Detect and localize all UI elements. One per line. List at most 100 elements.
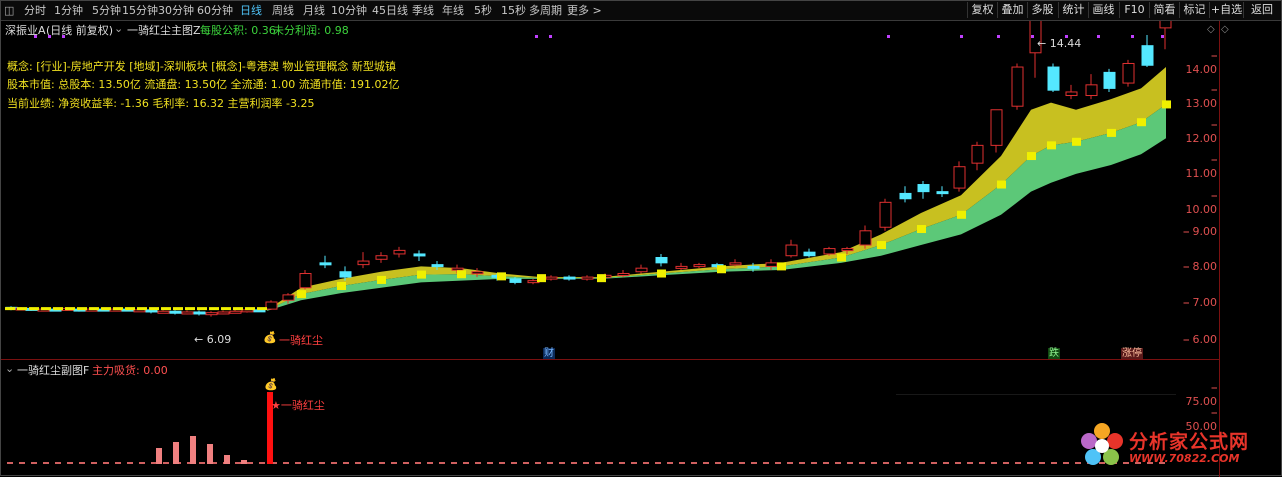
signal-dot-5	[887, 35, 890, 38]
diamond-icon[interactable]: ◇	[1207, 24, 1215, 35]
period-tab-10[interactable]: 45日线	[372, 3, 408, 18]
candle-body-37	[545, 276, 558, 280]
period-tab-7[interactable]: 周线	[272, 3, 294, 18]
ma-left-232	[233, 307, 243, 311]
period-tab-1[interactable]: 1分钟	[54, 3, 83, 18]
ma-mark-9	[657, 269, 666, 278]
period-tab-5[interactable]: 60分钟	[197, 3, 233, 18]
sub-baseline-1026	[1027, 462, 1033, 464]
candle-body-53	[841, 248, 854, 252]
candle-body-15	[181, 311, 194, 315]
period-tab-4[interactable]: 30分钟	[158, 3, 194, 18]
price-tick-5: ⎯ 9.00	[1183, 225, 1218, 238]
ma-left-88	[89, 307, 99, 311]
candle-body-29	[393, 249, 406, 255]
sub-baseline-798	[799, 462, 805, 464]
sub-baseline-906	[907, 462, 913, 464]
period-tab-8[interactable]: 月线	[303, 3, 325, 18]
ma-left-208	[209, 307, 219, 311]
toolbar-button-3[interactable]: 统计	[1058, 2, 1088, 18]
candle-body-27	[357, 260, 370, 266]
sub-baseline-54	[55, 462, 61, 464]
candle-body-70	[1159, 21, 1172, 29]
collapse-icon[interactable]: ◫	[4, 3, 14, 18]
sub-bar-1	[173, 442, 179, 464]
toolbar-button-1[interactable]: 叠加	[997, 2, 1027, 18]
period-tab-6[interactable]: 日线	[240, 3, 262, 18]
ma-left-220	[221, 307, 231, 311]
ma-left-196	[197, 307, 207, 311]
sub-indicator-chart[interactable]	[1, 367, 1219, 477]
toolbar-button-0[interactable]: 复权	[967, 2, 997, 18]
candle-body-38	[563, 276, 576, 280]
sub-baseline-90	[91, 462, 97, 464]
period-tab-13[interactable]: 5秒	[474, 3, 492, 18]
sub-baseline-558	[559, 462, 565, 464]
sub-baseline-1038	[1039, 462, 1045, 464]
period-tab-11[interactable]: 季线	[412, 3, 434, 18]
period-tab-14[interactable]: 15秒	[501, 3, 526, 18]
price-tick-1: ⎯ 13.00	[1185, 83, 1218, 110]
toolbar-button-9[interactable]: 返回	[1243, 2, 1280, 18]
toolbar-button-4[interactable]: 画线	[1088, 2, 1118, 18]
period-tab-9[interactable]: 10分钟	[331, 3, 367, 18]
sub-baseline-894	[895, 462, 901, 464]
candle-body-21	[253, 309, 266, 313]
candle-body-66	[1085, 84, 1098, 97]
ma-mark-4	[417, 270, 426, 279]
sub-signal-label: ★一骑红尘	[271, 399, 325, 412]
toolbar-button-8[interactable]: +自选	[1209, 2, 1243, 18]
ma-left-136	[137, 307, 147, 311]
sub-baseline-750	[751, 462, 757, 464]
period-tab-15[interactable]: 多周期	[529, 3, 562, 18]
sub-baseline-162	[163, 462, 169, 464]
sub-baseline-234	[235, 462, 241, 464]
candle-body-19	[229, 310, 242, 314]
ma-left-148	[149, 307, 159, 311]
ma-mark-19	[1072, 137, 1081, 146]
axis-divider	[1219, 21, 1220, 477]
candlestick-chart[interactable]	[1, 21, 1219, 359]
ma-mark-6	[497, 272, 506, 281]
ma-mark-14	[917, 225, 926, 234]
ma-left-184	[185, 307, 195, 311]
candle-body-18	[217, 311, 230, 315]
sub-baseline-102	[103, 462, 109, 464]
sub-baseline-630	[631, 462, 637, 464]
candle-body-64	[1047, 66, 1060, 91]
toolbar-button-6[interactable]: 简看	[1149, 2, 1179, 18]
toolbar-button-2[interactable]: 多股	[1027, 2, 1057, 18]
candle-body-20	[241, 309, 254, 313]
sub-baseline-738	[739, 462, 745, 464]
sub-baseline-810	[811, 462, 817, 464]
toolbar-button-5[interactable]: F10	[1119, 2, 1149, 18]
sub-baseline-414	[415, 462, 421, 464]
period-tab-3[interactable]: 15分钟	[122, 3, 158, 18]
sub-baseline-858	[859, 462, 865, 464]
candle-body-28	[375, 255, 388, 260]
period-tab-0[interactable]: 分时	[24, 3, 46, 18]
candle-body-41	[617, 273, 630, 277]
diamond-icon-2[interactable]: ◇	[1221, 24, 1229, 35]
sub-baseline-426	[427, 462, 433, 464]
ma-mark-16	[997, 180, 1006, 189]
candle-body-11	[133, 309, 146, 313]
flower-icon	[1081, 423, 1123, 465]
sub-baseline-78	[79, 462, 85, 464]
period-tab-16[interactable]: 更多 >	[567, 3, 602, 18]
sub-axis-75: ⎯ 75.00	[1185, 381, 1218, 408]
period-tab-12[interactable]: 年线	[442, 3, 464, 18]
sub-baseline-942	[943, 462, 949, 464]
sub-baseline-918	[919, 462, 925, 464]
sub-baseline-198	[199, 462, 205, 464]
toolbar-button-7[interactable]: 标记	[1179, 2, 1209, 18]
sub-baseline-330	[331, 462, 337, 464]
sub-baseline-246	[247, 462, 253, 464]
sub-baseline-354	[355, 462, 361, 464]
sub-baseline-966	[967, 462, 973, 464]
ma-left-112	[113, 307, 123, 311]
sub-baseline-474	[475, 462, 481, 464]
sub-baseline-378	[379, 462, 385, 464]
candle-body-68	[1122, 62, 1135, 84]
period-tab-2[interactable]: 5分钟	[92, 3, 121, 18]
